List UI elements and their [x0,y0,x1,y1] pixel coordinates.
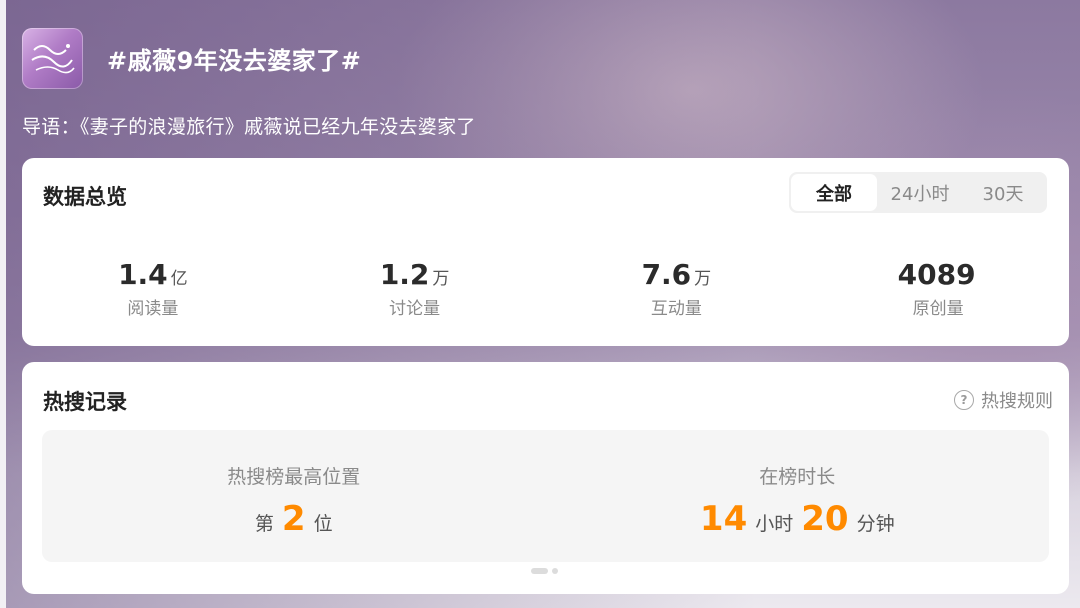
hot-search-card: 热搜记录 ? 热搜规则 热搜榜最高位置 第2位 在榜时长 14 小时 20 分钟 [22,362,1069,594]
tab-30d[interactable]: 30天 [963,174,1043,211]
show-poster-icon [28,40,77,76]
stat-original: 4089 原创量 [807,258,1069,319]
stat-unit: 万 [694,269,712,289]
duration-minutes: 20 [801,499,849,539]
hot-search-record-box: 热搜榜最高位置 第2位 在榜时长 14 小时 20 分钟 [42,430,1049,562]
rank-suffix: 位 [313,513,333,535]
stat-label: 讨论量 [389,299,441,319]
tab-all[interactable]: 全部 [791,174,877,211]
pager-dot[interactable] [552,568,558,574]
hot-search-title: 热搜记录 [43,390,127,414]
stat-label: 互动量 [650,299,702,319]
rank-value: 2 [281,499,306,539]
stat-value: 7.6 [641,258,692,291]
duration-label: 在榜时长 [759,466,836,488]
rules-label: 热搜规则 [981,391,1053,412]
stat-unit: 亿 [170,269,188,289]
stat-label: 原创量 [912,299,964,319]
hot-search-rules-link[interactable]: ? 热搜规则 [954,387,1053,413]
topic-title: #戚薇9年没去婆家了# [107,47,362,75]
topic-intro: 导语：《妻子的浪漫旅行》戚薇说已经九年没去婆家了 [22,116,476,138]
highest-rank-block: 热搜榜最高位置 第2位 [42,430,546,562]
stat-label: 阅读量 [127,299,179,319]
tab-24h[interactable]: 24小时 [877,174,963,211]
stat-discussions: 1.2 万 讨论量 [284,258,546,319]
stat-value: 1.4 [118,258,168,291]
pager-dot-active[interactable] [531,568,548,574]
rank-prefix: 第 [254,513,274,535]
time-range-tabs: 全部 24小时 30天 [789,172,1047,213]
stat-unit: 万 [432,269,450,289]
pager-dots [531,568,558,574]
window-edge [0,0,6,608]
overview-card: 数据总览 全部 24小时 30天 1.4 亿 阅读量 1.2 万 讨论量 7.6 万 … [22,158,1069,346]
duration-block: 在榜时长 14 小时 20 分钟 [546,430,1050,562]
question-circle-icon: ? [954,390,974,410]
minutes-unit: 分钟 [856,513,895,535]
highest-rank-label: 热搜榜最高位置 [227,466,361,488]
topic-header: #戚薇9年没去婆家了# [22,28,361,89]
stat-interactions: 7.6 万 互动量 [546,258,808,319]
topic-avatar[interactable] [22,28,83,89]
stat-value: 1.2 [379,258,430,291]
overview-title: 数据总览 [43,185,127,209]
hours-unit: 小时 [755,513,794,535]
stats-row: 1.4 亿 阅读量 1.2 万 讨论量 7.6 万 互动量 4089 原创量 [22,258,1069,319]
duration-hours: 14 [699,499,748,539]
stat-value: 4089 [897,258,976,291]
stat-reads: 1.4 亿 阅读量 [22,258,284,319]
